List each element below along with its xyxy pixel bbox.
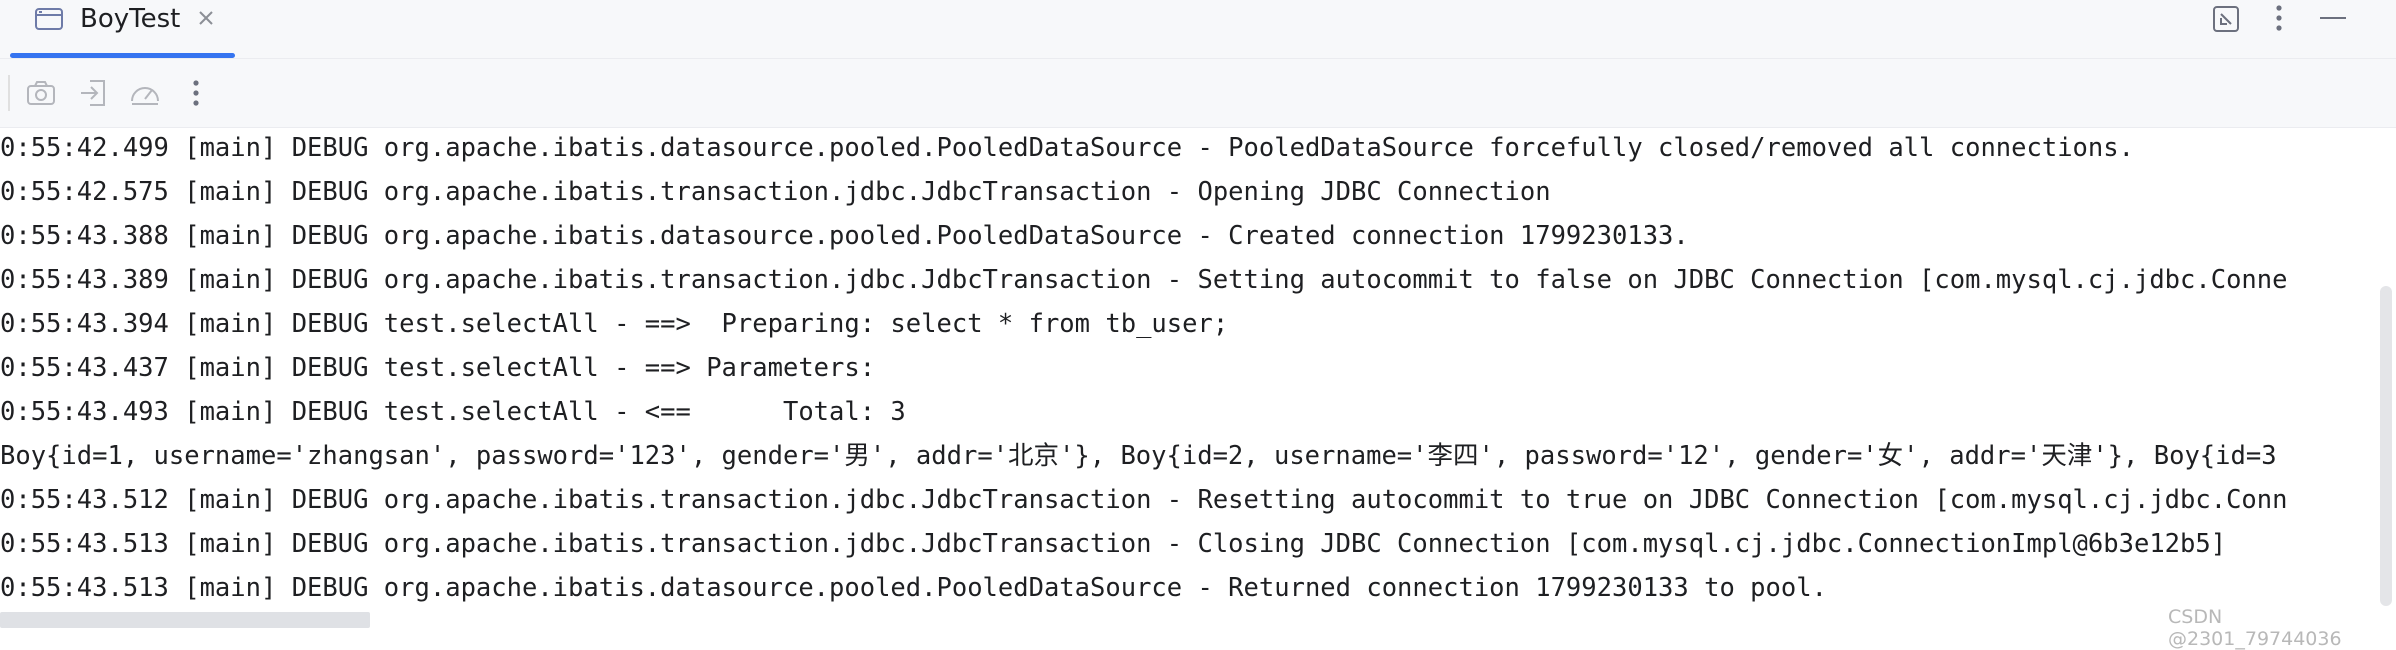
console-line: Boy{id=1, username='zhangsan', password=… (0, 441, 2277, 471)
console-output[interactable]: 0:55:42.499 [main] DEBUG org.apache.ibat… (0, 128, 2374, 608)
restore-icon[interactable] (2210, 2, 2244, 36)
tab-bar: BoyTest (0, 0, 2396, 59)
console-line: 0:55:43.437 [main] DEBUG test.selectAll … (0, 353, 891, 383)
more-vertical-icon[interactable] (2262, 2, 2296, 36)
console-line: 0:55:43.389 [main] DEBUG org.apache.ibat… (0, 265, 2288, 295)
run-config-icon (35, 8, 63, 30)
vertical-scrollbar[interactable] (2380, 286, 2392, 606)
gauge-icon[interactable] (127, 75, 163, 111)
tab-boytest[interactable]: BoyTest (10, 0, 235, 58)
console-line: 0:55:43.513 [main] DEBUG org.apache.ibat… (0, 573, 1827, 603)
horizontal-scrollbar[interactable] (0, 612, 370, 628)
camera-icon[interactable] (23, 75, 59, 111)
console-line: 0:55:43.513 [main] DEBUG org.apache.ibat… (0, 529, 2227, 559)
tab-title: BoyTest (80, 4, 181, 34)
console-toolbar (0, 59, 2396, 128)
minimize-icon[interactable] (2316, 2, 2350, 36)
import-icon[interactable] (76, 75, 112, 111)
console-line: 0:55:42.575 [main] DEBUG org.apache.ibat… (0, 177, 1551, 207)
watermark: CSDN @2301_79744036 (2168, 606, 2342, 650)
console-line: 0:55:43.394 [main] DEBUG test.selectAll … (0, 309, 1229, 339)
console-line: 0:55:42.499 [main] DEBUG org.apache.ibat… (0, 133, 2134, 163)
console-line: 0:55:43.512 [main] DEBUG org.apache.ibat… (0, 485, 2288, 515)
console-line: 0:55:43.493 [main] DEBUG test.selectAll … (0, 397, 906, 427)
more-vertical-icon[interactable] (178, 75, 214, 111)
active-tab-indicator (10, 53, 235, 58)
console-line: 0:55:43.388 [main] DEBUG org.apache.ibat… (0, 221, 1689, 251)
close-icon[interactable] (196, 8, 216, 28)
toolbar-separator (8, 75, 10, 111)
